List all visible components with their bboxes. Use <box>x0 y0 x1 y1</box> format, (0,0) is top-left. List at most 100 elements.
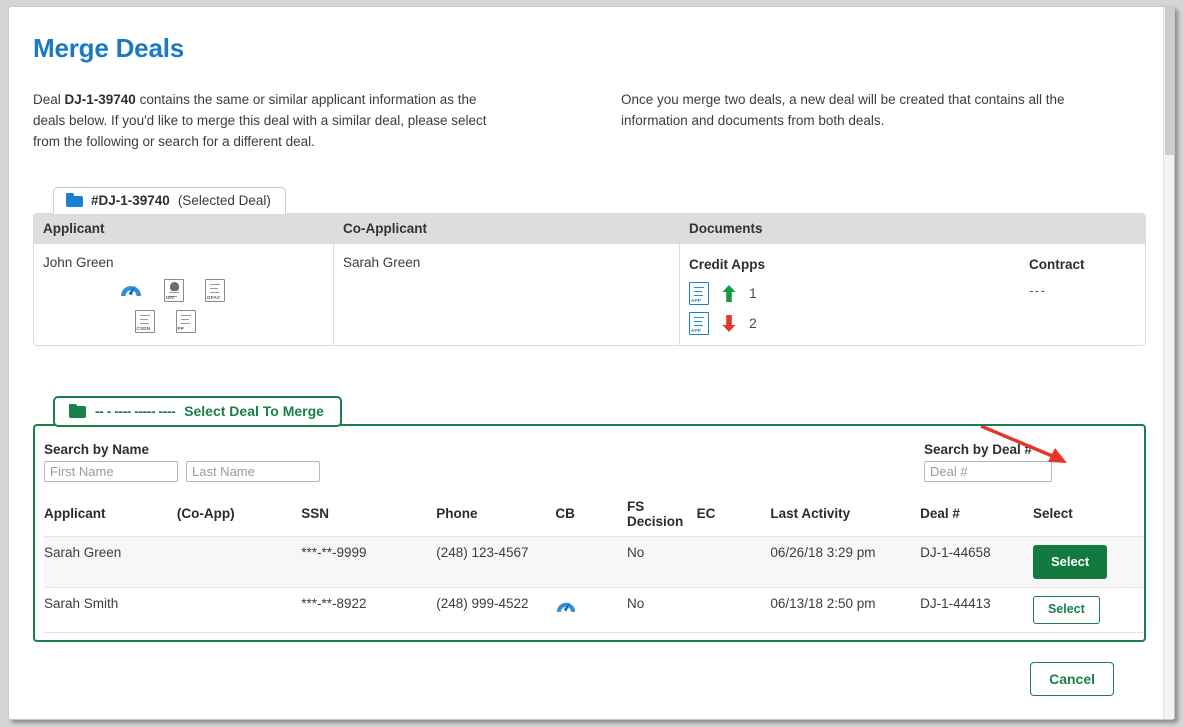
search-row: Search by Name Search by Deal # <box>44 442 1130 482</box>
folder-icon <box>66 193 83 208</box>
cell-deal-number: DJ-1-44413 <box>920 587 1033 633</box>
folder-icon <box>69 403 86 418</box>
page-scroll-container: Merge Deals Deal DJ-1-39740 contains the… <box>9 7 1174 719</box>
cell-fs-decision: No <box>627 587 697 633</box>
cell-ec <box>696 587 771 633</box>
gauge-icon[interactable] <box>555 602 577 618</box>
applicant-name: John Green <box>43 254 114 270</box>
header-deal: Deal # <box>920 506 960 522</box>
scrollbar-thumb[interactable] <box>1165 7 1174 155</box>
selected-deal-tab[interactable]: #DJ-1-39740 (Selected Deal) <box>53 186 286 214</box>
cell-ssn: ***-**-8922 <box>301 587 437 633</box>
cell-fs-decision: No <box>627 535 697 588</box>
cell-select: Select <box>1032 535 1144 588</box>
cell-deal-number: DJ-1-44506 <box>920 631 1033 640</box>
phone-value: (248) 123-4567 <box>436 544 529 560</box>
header-applicant: Applicant <box>44 506 106 522</box>
selected-deal-tab-area: #DJ-1-39740 (Selected Deal) <box>25 186 1146 214</box>
deal-number-input[interactable] <box>924 460 1052 482</box>
intro-section: Deal DJ-1-39740 contains the same or sim… <box>25 90 1146 153</box>
cell-coapp: Carter Green <box>176 631 302 640</box>
cell-coapp <box>176 587 302 633</box>
intro-text-left: Deal DJ-1-39740 contains the same or sim… <box>33 90 503 153</box>
select-deal-to-merge-tab[interactable]: -- - ---- ----- ---- Select Deal To Merg… <box>53 395 342 427</box>
person-badge-icon <box>170 281 179 291</box>
credit-apps-section: Credit Apps APP 1 APP 2 <box>689 257 1029 342</box>
phone-value: (248) 999-4522 <box>436 596 529 612</box>
search-by-name-group: Search by Name <box>44 442 924 482</box>
name-inputs <box>44 460 924 482</box>
header-select: Select <box>1032 506 1073 522</box>
select-deal-button[interactable]: Select <box>1033 641 1100 642</box>
idv-document-icon[interactable]: IDV <box>164 278 184 302</box>
app-label: APP <box>691 327 702 333</box>
arrow-down-icon <box>722 314 736 332</box>
select-deal-button[interactable]: Select <box>1032 544 1108 580</box>
documents-column: Documents Credit Apps APP 1 APP 2 Contra… <box>680 213 1145 345</box>
applicant-column-body: John Green IDV OFAC CSDN PP <box>34 244 333 345</box>
applicant-column-header: Applicant <box>34 213 333 244</box>
credit-app-count: 1 <box>749 285 757 302</box>
cell-cb <box>555 535 628 588</box>
cell-last-activity: 06/13/18 2:40 pm <box>770 631 921 640</box>
coapplicant-column: Co-Applicant Sarah Green <box>334 213 680 345</box>
last-name-input[interactable] <box>186 460 320 482</box>
cell-phone: (248) 123-4567 <box>436 535 556 588</box>
gauge-icon[interactable] <box>119 279 143 299</box>
header-cb: CB <box>555 506 575 522</box>
search-by-deal-label: Search by Deal # <box>924 441 1033 457</box>
deals-table: Applicant (Co-App) SSN Phone CB FS Decis… <box>44 498 1144 642</box>
credit-app-entry: APP 2 <box>689 311 1029 335</box>
app-document-icon[interactable]: APP <box>689 281 709 305</box>
table-row: Sarah Smith ***-**-8922 (248) 999-4522 No 06… <box>44 587 1144 633</box>
footer-actions: Cancel <box>25 661 1146 696</box>
csdn-label: CSDN <box>136 325 151 331</box>
cell-coapp <box>176 535 302 588</box>
cell-select: Select <box>1032 587 1144 633</box>
header-ssn: SSN <box>301 506 330 522</box>
merge-tab-title: Select Deal To Merge <box>184 402 324 419</box>
selected-deal-id: #DJ-1-39740 <box>91 192 170 208</box>
cell-select: Select <box>1032 631 1144 642</box>
cell-phone: (248) 018-7777(586) 871-4040 <box>436 631 556 642</box>
csdn-document-icon[interactable]: CSDN <box>134 309 155 333</box>
credit-app-count: 2 <box>749 315 757 332</box>
select-deal-button[interactable]: Select <box>1032 596 1100 624</box>
cell-ec <box>696 535 771 588</box>
app-document-icon[interactable]: APP <box>689 311 709 335</box>
cell-applicant: Sarah Smith <box>44 587 177 633</box>
merge-tab-area: -- - ---- ----- ---- Select Deal To Merg… <box>25 395 1146 427</box>
header-ec: EC <box>696 506 716 522</box>
idv-label: IDV <box>166 294 175 300</box>
applicant-icon-row-1: IDV OFAC <box>43 278 323 302</box>
merge-tab-dashes: -- - ---- ----- ---- <box>95 402 176 419</box>
table-header-row: Applicant (Co-App) SSN Phone CB FS Decis… <box>44 498 1144 537</box>
vertical-scrollbar[interactable] <box>1163 7 1174 719</box>
credit-app-entry: APP 1 <box>689 281 1029 305</box>
contract-value: --- <box>1029 281 1046 298</box>
cell-ssn: ***-**-9999 <box>301 535 437 588</box>
cell-ssn: ***-**-8789***-**-9991 <box>301 631 437 640</box>
pp-document-icon[interactable]: PP <box>175 309 196 333</box>
documents-column-body: Credit Apps APP 1 APP 2 Contract --- <box>680 244 1145 345</box>
selected-deal-suffix: (Selected Deal) <box>177 192 271 208</box>
phone-value: (248) 018-7777 <box>436 641 555 642</box>
page-content: Merge Deals Deal DJ-1-39740 contains the… <box>9 7 1174 696</box>
merge-panel: Search by Name Search by Deal # <box>33 423 1146 642</box>
search-by-deal-group: Search by Deal # <box>924 442 1052 482</box>
application-window: Merge Deals Deal DJ-1-39740 contains the… <box>8 6 1175 720</box>
documents-column-header: Documents <box>680 213 1145 244</box>
header-fs-decision: FS Decision <box>627 498 684 529</box>
deals-table-header: Applicant (Co-App) SSN Phone CB FS Decis… <box>44 498 1144 537</box>
contract-label: Contract <box>1029 256 1085 272</box>
cancel-button[interactable]: Cancel <box>1030 661 1114 696</box>
cell-phone: (248) 999-4522 <box>436 587 556 633</box>
ofac-document-icon[interactable]: OFAC <box>205 278 225 302</box>
credit-apps-label: Credit Apps <box>689 256 766 272</box>
first-name-input[interactable] <box>44 460 178 482</box>
cell-ec <box>696 631 771 640</box>
deals-table-body: Sarah Green ***-**-9999 (248) 123-4567 No 06… <box>44 535 1144 642</box>
cell-last-activity: 06/26/18 3:29 pm <box>770 535 921 588</box>
ssn-value: ***-**-8922 <box>301 596 367 612</box>
header-phone: Phone <box>436 506 478 522</box>
